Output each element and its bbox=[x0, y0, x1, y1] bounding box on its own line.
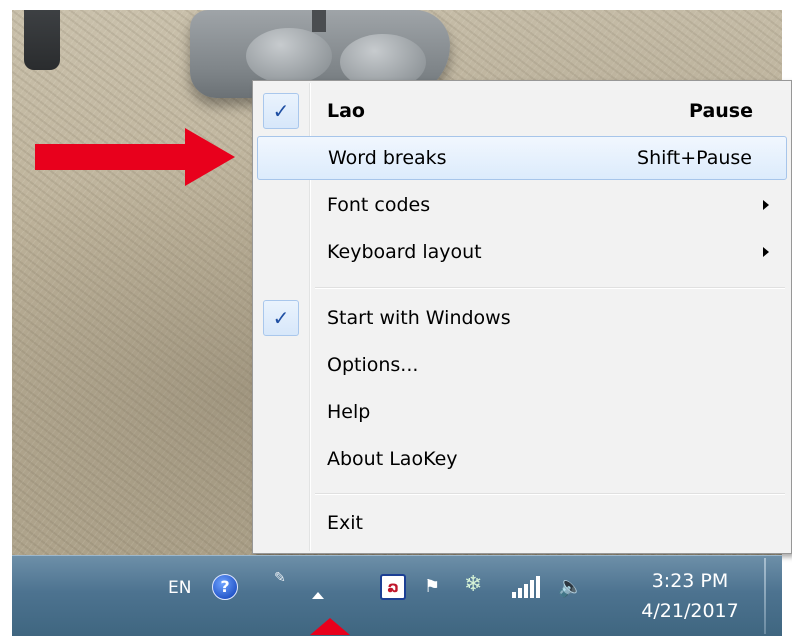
volume-icon[interactable]: 🔈 bbox=[558, 574, 583, 598]
annotation-arrow-up bbox=[310, 618, 350, 635]
menu-separator bbox=[315, 493, 785, 495]
menu-item-label: Help bbox=[327, 401, 371, 423]
clock-time: 3:23 PM bbox=[651, 570, 729, 592]
menu-item-label: Lao bbox=[327, 100, 365, 122]
menu-item-word-breaks[interactable]: Word breaks Shift+Pause bbox=[257, 136, 787, 180]
annotation-arrow-right bbox=[35, 128, 235, 186]
notification-area: EN ? ✎ ລ ⚑ ❄ 🔈 3:23 PM 4/21/2017 bbox=[12, 556, 782, 636]
menu-item-label: Keyboard layout bbox=[327, 241, 482, 263]
submenu-arrow-icon bbox=[763, 200, 769, 210]
taskbar: EN ? ✎ ລ ⚑ ❄ 🔈 3:23 PM 4/21/2017 bbox=[12, 555, 782, 636]
menu-item-shortcut: Pause bbox=[689, 100, 753, 122]
menu-item-shortcut: Shift+Pause bbox=[637, 147, 752, 169]
pen-icon[interactable]: ✎ bbox=[274, 570, 286, 586]
signal-icon[interactable] bbox=[512, 576, 540, 598]
menu-item-lao[interactable]: ✓ Lao Pause bbox=[257, 89, 787, 133]
menu-item-label: Start with Windows bbox=[327, 307, 511, 329]
clock-date: 4/21/2017 bbox=[641, 600, 739, 622]
action-center-flag-icon[interactable]: ⚑ bbox=[424, 576, 440, 597]
menu-item-options[interactable]: Options... bbox=[257, 343, 787, 387]
menu-item-about-laokey[interactable]: About LaoKey bbox=[257, 437, 787, 481]
menu-separator bbox=[315, 287, 785, 289]
show-desktop-divider[interactable] bbox=[764, 558, 766, 634]
menu-item-help[interactable]: Help bbox=[257, 390, 787, 434]
tray-context-menu: ✓ Lao Pause Word breaks Shift+Pause Font… bbox=[252, 80, 792, 554]
show-hidden-icons-icon[interactable] bbox=[312, 592, 324, 599]
help-icon[interactable]: ? bbox=[212, 574, 238, 600]
menu-item-exit[interactable]: Exit bbox=[257, 501, 787, 545]
check-icon: ✓ bbox=[263, 300, 299, 336]
language-indicator[interactable]: EN bbox=[168, 578, 191, 598]
clock[interactable]: 3:23 PM 4/21/2017 bbox=[620, 566, 760, 626]
machine-handle-photo-detail bbox=[312, 10, 326, 32]
menu-item-keyboard-layout[interactable]: Keyboard layout bbox=[257, 230, 787, 274]
menu-item-font-codes[interactable]: Font codes bbox=[257, 183, 787, 227]
check-icon: ✓ bbox=[263, 93, 299, 129]
menu-item-label: Word breaks bbox=[328, 147, 447, 169]
menu-item-label: Exit bbox=[327, 512, 363, 534]
network-share-icon[interactable]: ❄ bbox=[464, 572, 482, 597]
menu-item-label: Options... bbox=[327, 354, 419, 376]
menu-item-label: About LaoKey bbox=[327, 448, 458, 470]
laokey-icon[interactable]: ລ bbox=[380, 574, 406, 600]
menu-item-label: Font codes bbox=[327, 194, 431, 216]
submenu-arrow-icon bbox=[763, 247, 769, 257]
boot-photo-detail bbox=[24, 10, 60, 70]
menu-item-start-with-windows[interactable]: ✓ Start with Windows bbox=[257, 296, 787, 340]
